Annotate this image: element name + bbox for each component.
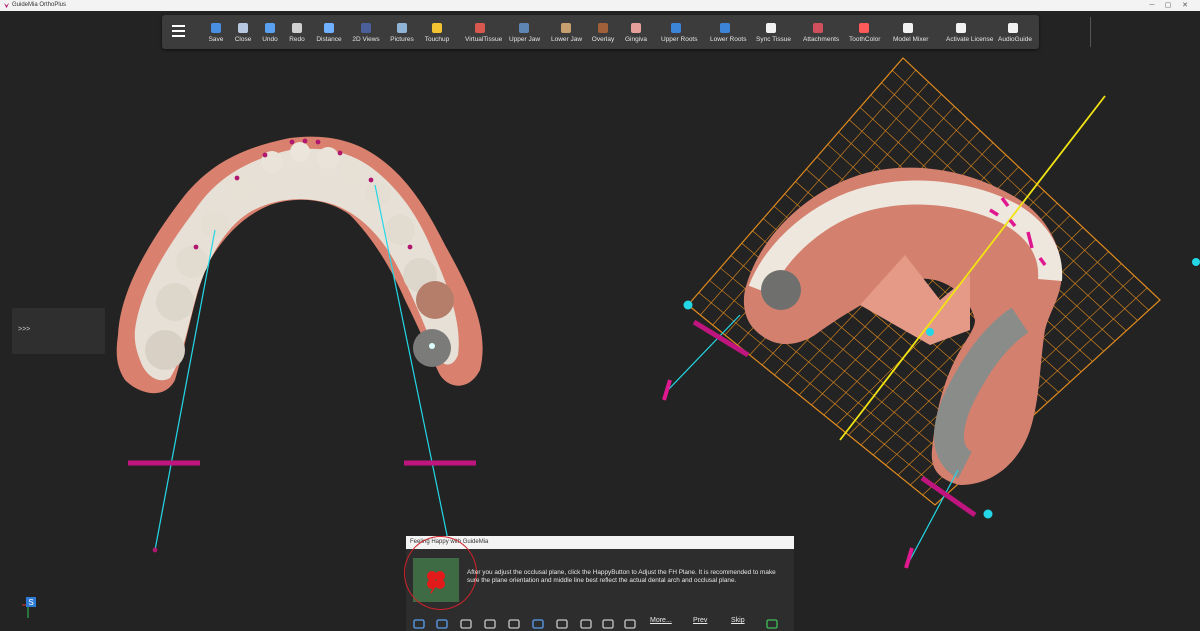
toolbar-label: Overlay [591, 36, 615, 43]
hamburger-menu-icon[interactable] [172, 25, 185, 38]
shield-icon[interactable] [580, 618, 592, 630]
toolbar-label: Lower Jaw [551, 36, 583, 43]
toolbar-pictures-button[interactable]: Pictures [387, 15, 417, 49]
chart-icon[interactable] [624, 618, 636, 630]
touchup-icon [432, 23, 442, 33]
toolbar-label: Sync Tissue [756, 36, 792, 43]
toolbar-tooth-color-button[interactable]: ToothColor [849, 15, 881, 49]
toolbar-upper-roots-button[interactable]: Upper Roots [661, 15, 698, 49]
virtual-tissue-icon [475, 23, 485, 33]
close-file-icon [238, 23, 248, 33]
toolbar-label: Gingiva [624, 36, 648, 43]
toolbar-label: Activate License [946, 36, 994, 43]
lower-arch-occlusal-view [116, 136, 483, 553]
upper-roots-icon [671, 23, 681, 33]
toolbar-overlay-button[interactable]: Overlay [588, 15, 618, 49]
toolbar-label: Redo [289, 36, 305, 43]
toolbar-model-mixer-button[interactable]: Model Mixer [893, 15, 929, 49]
main-toolbar: Save Close Undo Redo Distance 2D Views Picture… [162, 15, 1091, 49]
sync-tissue-icon [766, 23, 776, 33]
toolbar-virtual-tissue-button[interactable]: VirtualTissue [465, 15, 503, 49]
orientation-axis-indicator: S [22, 597, 36, 618]
toolbar-label: VirtualTissue [465, 36, 503, 43]
toolbar-close-button[interactable]: Close [228, 15, 258, 49]
toolbar-redo-button[interactable]: Redo [282, 15, 312, 49]
attachments-icon [813, 23, 823, 33]
toolbar-sync-tissue-button[interactable]: Sync Tissue [756, 15, 792, 49]
monitor-icon[interactable] [556, 618, 568, 630]
model-mixer-icon [903, 23, 913, 33]
toolbar-2d-views-button[interactable]: 2D Views [351, 15, 381, 49]
side-panel-toggle[interactable]: >>> [18, 326, 30, 333]
toolbar-lower-jaw-button[interactable]: Lower Jaw [551, 15, 583, 49]
toolbar-label: Close [234, 36, 252, 43]
search-tooth-icon[interactable] [532, 618, 544, 630]
tooth-color-icon [859, 23, 869, 33]
toolbar-distance-button[interactable]: Distance [314, 15, 344, 49]
toolbar-label: Distance [316, 36, 342, 43]
toolbar-save-button[interactable]: Save [201, 15, 231, 49]
2d-views-icon [361, 23, 371, 33]
toolbar-label: 2D Views [352, 36, 380, 43]
lower-jaw-icon [561, 23, 571, 33]
side-panel: >>> [12, 308, 105, 354]
toolbar-activate-license-button[interactable]: Activate License [946, 15, 994, 49]
redo-icon [292, 23, 302, 33]
toolbar-label: Attachments [803, 36, 840, 43]
toolbar-upper-jaw-button[interactable]: Upper Jaw [509, 15, 541, 49]
ruler-icon [324, 23, 334, 33]
overlay-icon [598, 23, 608, 33]
skip-link[interactable]: Skip [731, 617, 745, 624]
toolbar-attachments-button[interactable]: Attachments [803, 15, 840, 49]
toolbar-gingiva-button[interactable]: Gingiva [621, 15, 651, 49]
app-logo-icon [3, 2, 10, 9]
toolbar-label: Upper Roots [661, 36, 698, 43]
undo-icon [265, 23, 275, 33]
toolbar-label: Upper Jaw [509, 36, 541, 43]
toolbar-label: Undo [262, 36, 278, 43]
toolbar-audio-guide-button[interactable]: AudioGuide [998, 15, 1032, 49]
window-title: GuideMia OrthoPlus [12, 2, 67, 8]
toolbar-label: Lower Roots [710, 36, 747, 43]
key-icon [956, 23, 966, 33]
toolbar-undo-button[interactable]: Undo [255, 15, 285, 49]
pictures-icon [397, 23, 407, 33]
tools-icon[interactable] [460, 618, 472, 630]
toolbar-label: Pictures [390, 36, 414, 43]
prev-link[interactable]: Prev [693, 617, 707, 624]
toolbar-touchup-button[interactable]: Touchup [422, 15, 452, 49]
minimize-button[interactable]: ─ [1145, 0, 1159, 11]
save-icon [211, 23, 221, 33]
bank-icon[interactable] [602, 618, 614, 630]
microphone-off-icon [1008, 23, 1018, 33]
oblique-view-with-fh-plane [662, 57, 1200, 569]
view-icon[interactable] [436, 618, 448, 630]
gingiva-icon [631, 23, 641, 33]
axis-label: S [28, 598, 33, 607]
toolbar-label: ToothColor [849, 36, 881, 43]
upper-jaw-icon [519, 23, 529, 33]
window-close-button[interactable]: ✕ [1178, 0, 1192, 11]
happy-button-icon[interactable] [766, 618, 778, 630]
guide-dialog: Feeling Happy with GuideMia After you ad… [404, 536, 794, 631]
lower-roots-icon [720, 23, 730, 33]
more-link[interactable]: More... [650, 617, 672, 624]
toolbar-label: Touchup [424, 36, 450, 43]
window-titlebar: GuideMia OrthoPlus ─ ▢ ✕ [0, 0, 1200, 11]
toolbar-divider [1090, 17, 1091, 47]
tooth-icon[interactable] [508, 618, 520, 630]
toolbar-label: Model Mixer [893, 36, 929, 43]
toolbar-lower-roots-button[interactable]: Lower Roots [710, 15, 747, 49]
toolbar-label: Save [208, 36, 224, 43]
menu-icon[interactable] [413, 618, 425, 630]
plane-icon[interactable] [484, 618, 496, 630]
maximize-button[interactable]: ▢ [1161, 0, 1175, 11]
dialog-message: After you adjust the occlusal plane, cli… [467, 569, 776, 584]
toolbar-label: AudioGuide [998, 36, 1032, 43]
